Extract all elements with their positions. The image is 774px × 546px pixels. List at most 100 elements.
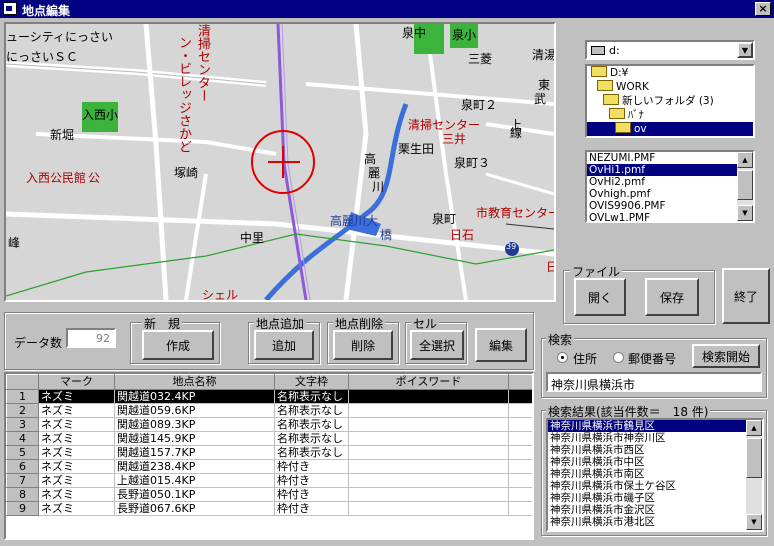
- table-cell[interactable]: ネズミ: [38, 431, 115, 446]
- table-cell[interactable]: 長野道067.6KP: [114, 501, 275, 516]
- table-cell[interactable]: 枠付き: [274, 501, 349, 516]
- results-list[interactable]: 神奈川県横浜市鶴見区 神奈川県横浜市神奈川区 神奈川県横浜市西区 神奈川県横浜市中区神…: [546, 418, 764, 532]
- table-cell[interactable]: 関越道145.9KP: [114, 431, 275, 446]
- scroll-down-icon[interactable]: ▼: [746, 514, 762, 530]
- file-item[interactable]: OvHi2.pmf: [587, 176, 737, 188]
- column-header[interactable]: 文字枠: [274, 374, 349, 390]
- table-cell[interactable]: 関越道157.7KP: [114, 445, 275, 460]
- folder-icon: [591, 66, 607, 77]
- folder-list[interactable]: D:¥ WORK 新しいフォルダ (3) ﾊﾞﾅ ov: [585, 64, 755, 138]
- table-cell[interactable]: [348, 431, 509, 446]
- table-cell[interactable]: [348, 389, 509, 404]
- file-item[interactable]: OVLw1.PMF: [587, 212, 737, 221]
- table-cell[interactable]: [348, 501, 509, 516]
- result-item[interactable]: 神奈川県横浜市中区: [548, 456, 746, 468]
- table-cell[interactable]: 枠付き: [274, 473, 349, 488]
- close-button[interactable]: ×: [755, 2, 771, 16]
- point-table[interactable]: マーク 地点名称 文字枠 ポイスワード 1 ネズミ 関越道032.4KP 名称表示なし 2 ネズ…: [4, 372, 534, 540]
- folder-item[interactable]: ov: [587, 122, 753, 136]
- table-cell[interactable]: [348, 417, 509, 432]
- table-row[interactable]: 7 ネズミ 上越道015.4KP 枠付き: [6, 473, 532, 488]
- table-cell[interactable]: ネズミ: [38, 417, 115, 432]
- scroll-thumb[interactable]: [737, 170, 753, 200]
- result-item[interactable]: 神奈川県横浜市西区: [548, 444, 746, 456]
- save-button[interactable]: 保存: [645, 278, 699, 316]
- table-cell[interactable]: 名称表示なし: [274, 389, 349, 404]
- result-item[interactable]: 神奈川県横浜市神奈川区: [548, 432, 746, 444]
- file-item[interactable]: NEZUMI.PMF: [587, 152, 737, 164]
- result-item[interactable]: 神奈川県横浜市磯子区: [548, 492, 746, 504]
- file-item[interactable]: OVIS9906.PMF: [587, 200, 737, 212]
- result-item[interactable]: 神奈川県横浜市鶴見区: [548, 420, 746, 432]
- table-cell[interactable]: 枠付き: [274, 487, 349, 502]
- table-row[interactable]: 4 ネズミ 関越道145.9KP 名称表示なし: [6, 431, 532, 446]
- table-cell[interactable]: [348, 445, 509, 460]
- postal-radio[interactable]: [613, 352, 624, 363]
- table-cell[interactable]: 関越道059.6KP: [114, 403, 275, 418]
- result-item[interactable]: 神奈川県横浜市保土ケ谷区: [548, 480, 746, 492]
- add-button[interactable]: 追加: [254, 330, 314, 360]
- scroll-thumb[interactable]: [746, 438, 762, 478]
- folder-item[interactable]: WORK: [587, 80, 753, 94]
- table-cell[interactable]: ネズミ: [38, 445, 115, 460]
- delete-button[interactable]: 削除: [333, 330, 393, 360]
- table-cell[interactable]: 関越道032.4KP: [114, 389, 275, 404]
- scroll-up-icon[interactable]: ▲: [737, 152, 753, 168]
- file-item[interactable]: Ovhigh.pmf: [587, 188, 737, 200]
- scroll-up-icon[interactable]: ▲: [746, 420, 762, 436]
- table-cell[interactable]: [348, 487, 509, 502]
- table-row[interactable]: 8 ネズミ 長野道050.1KP 枠付き: [6, 487, 532, 502]
- table-cell[interactable]: ネズミ: [38, 459, 115, 474]
- exit-button[interactable]: 終了: [722, 268, 770, 324]
- folder-item[interactable]: ﾊﾞﾅ: [587, 108, 753, 122]
- table-row[interactable]: 5 ネズミ 関越道157.7KP 名称表示なし: [6, 445, 532, 460]
- search-start-button[interactable]: 検索開始: [692, 344, 760, 368]
- table-cell[interactable]: 名称表示なし: [274, 403, 349, 418]
- search-input[interactable]: 神奈川県横浜市: [546, 372, 762, 392]
- map-label: ン・ビレッジさかど: [176, 36, 191, 153]
- column-header[interactable]: マーク: [38, 374, 115, 390]
- column-header[interactable]: ポイスワード: [348, 374, 509, 390]
- table-cell[interactable]: 名称表示なし: [274, 431, 349, 446]
- folder-name: 新しいフォルダ (3): [622, 95, 714, 107]
- table-cell[interactable]: ネズミ: [38, 487, 115, 502]
- table-cell[interactable]: [348, 473, 509, 488]
- scroll-down-icon[interactable]: ▼: [737, 205, 753, 221]
- table-row[interactable]: 2 ネズミ 関越道059.6KP 名称表示なし: [6, 403, 532, 418]
- map-view[interactable]: ューシティにっさい にっさいＳＣ 清掃センター ン・ビレッジさかど 入西小 新堀…: [4, 22, 556, 302]
- create-button[interactable]: 作成: [142, 330, 214, 360]
- table-row[interactable]: 1 ネズミ 関越道032.4KP 名称表示なし: [6, 389, 532, 404]
- table-cell[interactable]: ネズミ: [38, 473, 115, 488]
- file-list[interactable]: NEZUMI.PMF OvHi1.pmf OvHi2.pmf Ovhigh.pmf OV…: [585, 150, 755, 223]
- result-item[interactable]: 神奈川県横浜市南区: [548, 468, 746, 480]
- file-item[interactable]: OvHi1.pmf: [587, 164, 737, 176]
- table-cell[interactable]: 名称表示なし: [274, 445, 349, 460]
- address-radio[interactable]: [557, 352, 568, 363]
- folder-item[interactable]: 新しいフォルダ (3): [587, 94, 753, 108]
- file-list-scrollbar[interactable]: ▲ ▼: [737, 152, 753, 221]
- table-cell[interactable]: 枠付き: [274, 459, 349, 474]
- table-cell[interactable]: 上越道015.4KP: [114, 473, 275, 488]
- table-cell[interactable]: ネズミ: [38, 389, 115, 404]
- select-all-button[interactable]: 全選択: [410, 330, 464, 360]
- table-row[interactable]: 9 ネズミ 長野道067.6KP 枠付き: [6, 501, 532, 516]
- drive-dropdown-button[interactable]: ▼: [737, 42, 753, 58]
- table-cell[interactable]: 関越道238.4KP: [114, 459, 275, 474]
- table-cell[interactable]: 関越道089.3KP: [114, 417, 275, 432]
- table-row[interactable]: 6 ネズミ 関越道238.4KP 枠付き: [6, 459, 532, 474]
- edit-button[interactable]: 編集: [475, 328, 527, 362]
- drive-select[interactable]: d: ▼: [585, 40, 755, 60]
- table-cell[interactable]: [348, 403, 509, 418]
- table-cell[interactable]: 長野道050.1KP: [114, 487, 275, 502]
- folder-item[interactable]: D:¥: [587, 66, 753, 80]
- table-cell[interactable]: [348, 459, 509, 474]
- column-header[interactable]: 地点名称: [114, 374, 275, 390]
- table-row[interactable]: 3 ネズミ 関越道089.3KP 名称表示なし: [6, 417, 532, 432]
- table-cell[interactable]: ネズミ: [38, 501, 115, 516]
- open-button[interactable]: 開く: [574, 278, 626, 316]
- table-cell[interactable]: ネズミ: [38, 403, 115, 418]
- result-item[interactable]: 神奈川県横浜市港北区: [548, 516, 746, 528]
- results-scrollbar[interactable]: ▲ ▼: [746, 420, 762, 530]
- result-item[interactable]: 神奈川県横浜市金沢区: [548, 504, 746, 516]
- table-cell[interactable]: 名称表示なし: [274, 417, 349, 432]
